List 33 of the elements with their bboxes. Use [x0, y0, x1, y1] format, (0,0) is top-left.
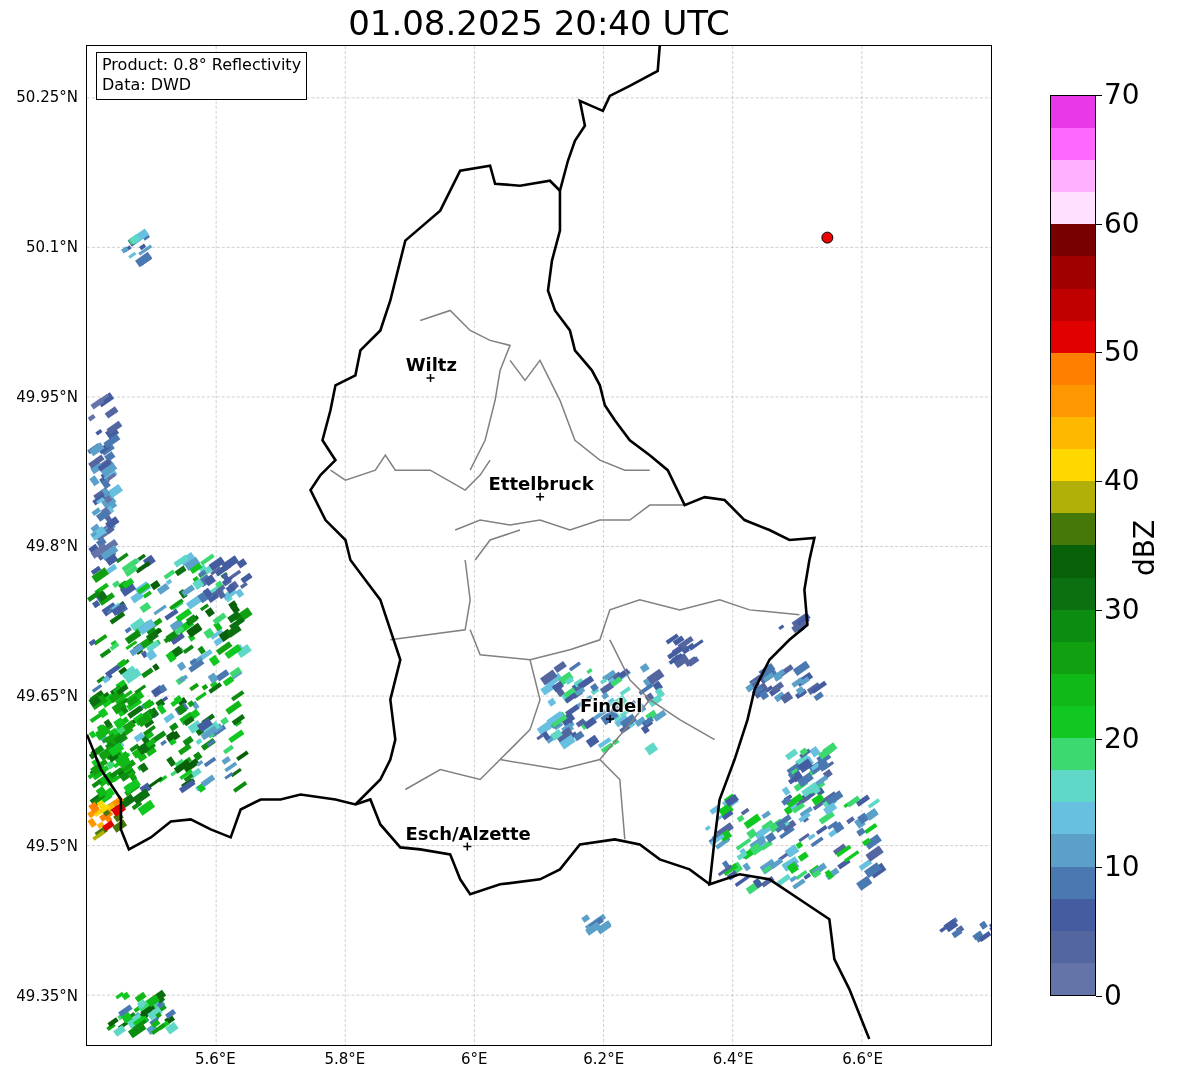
city-marker-icon: [605, 714, 615, 724]
city-marker-icon: [425, 373, 436, 383]
scale-label: 40: [1104, 467, 1140, 496]
city-label: Ettelbruck: [488, 472, 594, 494]
longitude-label: 5.6°E: [195, 1050, 236, 1068]
scale-label: 0: [1104, 982, 1122, 1010]
latitude-label: 49.35°N: [16, 987, 78, 1006]
latitude-label: 49.8°N: [25, 537, 78, 556]
scale-label: 60: [1104, 209, 1140, 238]
info-text: Product: 0.8° Reflectivity: [102, 55, 302, 75]
city-marker-icon: [535, 491, 545, 502]
city-label: Wiltz: [405, 353, 457, 375]
scale-label: 50: [1104, 338, 1140, 367]
info-text: Data: DWD: [102, 75, 193, 95]
scale-label: 10: [1104, 853, 1140, 882]
longitude-label: 6.6°E: [842, 1050, 883, 1068]
city-label: Esch/Alzette: [405, 823, 531, 845]
latitude-label: 49.65°N: [16, 687, 78, 706]
chart-title: 01.08.2025 20:40 UTC: [348, 5, 730, 40]
location-dot-icon: [821, 231, 834, 244]
scale-label: 70: [1104, 81, 1140, 109]
latitude-label: 50.25°N: [16, 87, 78, 106]
latitude-label: 50.1°N: [25, 237, 78, 256]
longitude-label: 6.2°E: [583, 1050, 625, 1068]
longitude-label: 6.4°E: [712, 1050, 754, 1068]
scale-label: 20: [1104, 724, 1140, 753]
scale-label: 30: [1104, 595, 1140, 624]
longitude-label: 6°E: [461, 1050, 488, 1068]
city-marker-icon: [462, 841, 473, 852]
latitude-label: 49.5°N: [25, 837, 78, 856]
latitude-label: 49.95°N: [16, 387, 78, 406]
longitude-label: 5.8°E: [324, 1050, 366, 1068]
scale-title: dBZ: [1127, 519, 1161, 577]
